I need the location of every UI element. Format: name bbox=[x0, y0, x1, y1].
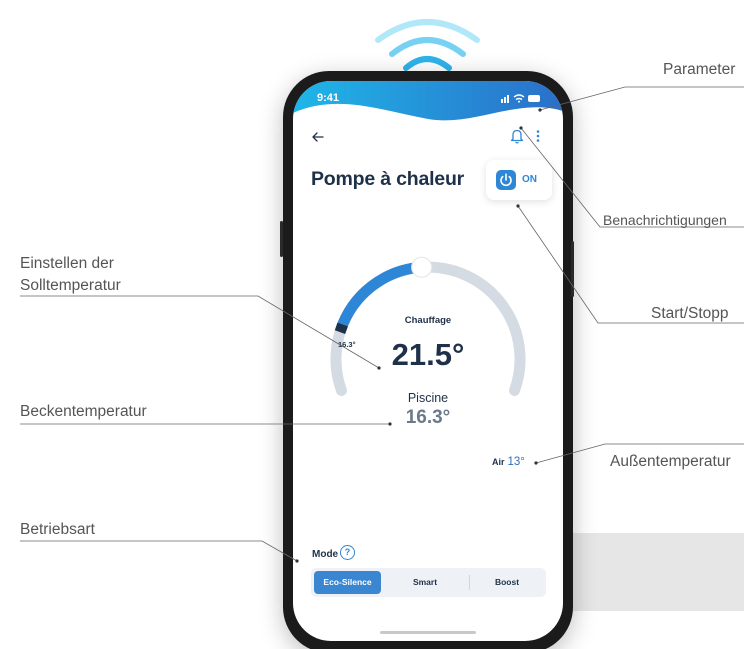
annotation-parameter: Parameter bbox=[663, 61, 736, 78]
mode-label: Mode bbox=[312, 549, 339, 560]
app-screen: 9:41 Pompe à chaleur ON Chauffage 16.3° … bbox=[293, 81, 563, 641]
home-indicator bbox=[380, 631, 476, 634]
gauge-thumb bbox=[411, 256, 433, 278]
heating-mode-label: Chauffage bbox=[404, 315, 452, 326]
power-button[interactable] bbox=[496, 170, 516, 190]
annotation-notifications: Benachrichtigungen bbox=[603, 212, 727, 228]
annotation-pool-temp: Beckentemperatur bbox=[20, 403, 147, 420]
more-vertical-icon[interactable] bbox=[533, 129, 543, 143]
mode-option-smart[interactable]: Smart bbox=[387, 571, 463, 594]
mode-option-boost[interactable]: Boost bbox=[471, 571, 543, 594]
status-icons bbox=[501, 94, 540, 103]
status-time: 9:41 bbox=[317, 92, 340, 104]
pool-label: Piscine bbox=[407, 391, 449, 405]
setpoint-temperature: 21.5° bbox=[391, 337, 465, 372]
volume-button bbox=[280, 221, 283, 257]
annotation-operating-mode: Betriebsart bbox=[20, 521, 95, 538]
power-toggle[interactable]: ON bbox=[486, 160, 552, 200]
annotation-set-temp-line2: Solltemperatur bbox=[20, 277, 121, 294]
page-title: Pompe à chaleur bbox=[311, 168, 465, 190]
air-value: 13° bbox=[507, 456, 525, 468]
bell-icon[interactable] bbox=[510, 128, 524, 144]
outdoor-temperature: Air 13° bbox=[492, 456, 525, 468]
annotation-set-temp-line1: Einstellen der bbox=[20, 255, 114, 272]
power-icon bbox=[500, 173, 512, 187]
help-circle-icon[interactable]: ? bbox=[340, 545, 355, 560]
air-label: Air bbox=[492, 457, 505, 467]
mode-selector: Eco-Silence Smart Boost bbox=[311, 568, 546, 597]
annotation-outdoor-temp: Außentemperatur bbox=[610, 453, 731, 470]
back-arrow-icon[interactable] bbox=[311, 130, 325, 144]
mode-option-eco-silence[interactable]: Eco-Silence bbox=[314, 571, 381, 594]
pool-temperature: 16.3° bbox=[405, 407, 451, 428]
wifi-signal-icon bbox=[375, 19, 480, 71]
power-side-button bbox=[571, 241, 574, 297]
background-band bbox=[560, 533, 744, 611]
power-state-label: ON bbox=[522, 174, 537, 185]
annotation-start-stop: Start/Stopp bbox=[651, 305, 729, 322]
phone-frame: 9:41 Pompe à chaleur ON Chauffage 16.3° … bbox=[280, 71, 574, 649]
mode-divider bbox=[469, 575, 470, 590]
